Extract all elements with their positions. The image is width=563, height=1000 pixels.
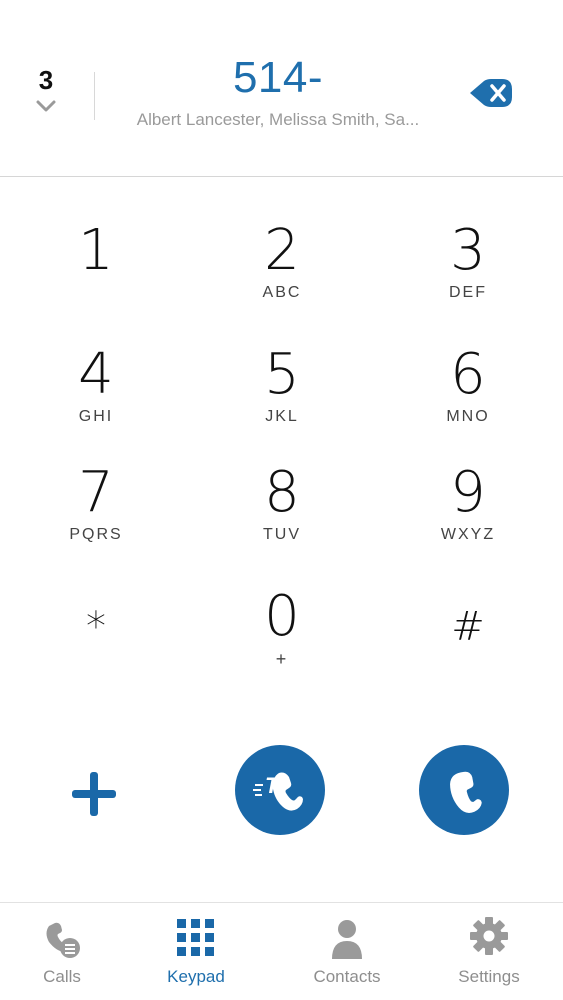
key-digit: 1 [78,218,114,283]
key-letters: ABC [262,284,302,301]
key-letters: + [275,649,289,669]
key-7[interactable]: 7 PQRS [21,462,171,572]
plus-icon[interactable] [66,766,122,822]
call-transfer-icon: T [253,772,303,811]
key-2[interactable]: 2 ABC [207,220,357,330]
key-digit: 0 [264,584,300,649]
gear-icon [470,917,508,955]
tab-label: Calls [43,967,81,986]
match-count-toggle[interactable]: 3 [18,66,74,114]
key-5[interactable]: 5 JKL [207,344,357,454]
key-digit: 2 [264,218,300,283]
dialed-number: 514- [232,53,324,102]
key-digit: 4 [78,342,114,407]
person-icon [332,920,362,959]
key-letters: WXYZ [440,526,496,543]
key-4[interactable]: 4 GHI [21,344,171,454]
call-button[interactable] [419,745,509,835]
tab-keypad[interactable]: Keypad [126,903,266,1000]
key-star[interactable]: * [21,596,171,706]
key-6[interactable]: 6 MNO [393,344,543,454]
key-digit: 8 [264,460,300,525]
header-separator [0,176,563,177]
key-letters: PQRS [69,526,123,543]
key-digit: 5 [264,342,300,407]
number-display: 514- Albert Lancester, Melissa Smith, Sa… [108,52,448,130]
tab-label: Settings [458,967,520,986]
key-letters: DEF [449,284,487,301]
tab-bar: Calls Keypad Contacts Settings [0,902,563,1000]
tab-contacts[interactable]: Contacts [277,903,417,1000]
key-letters: GHI [78,408,114,425]
key-digit: 6 [450,342,486,407]
key-1[interactable]: 1 [21,220,171,330]
transfer-call-button[interactable]: T [235,745,325,835]
key-digit: 7 [78,460,114,525]
dialer-screen: 3 514- Albert Lancester, Melissa Smith, … [0,0,563,1000]
tab-calls[interactable]: Calls [0,903,132,1000]
dial-header: 3 514- Albert Lancester, Melissa Smith, … [0,0,563,176]
key-letters: MNO [446,408,490,425]
key-digit: * [86,604,106,650]
tab-label: Keypad [167,967,225,986]
calls-icon [46,922,80,958]
key-3[interactable]: 3 DEF [393,220,543,330]
match-count: 3 [38,65,54,95]
key-8[interactable]: 8 TUV [207,462,357,572]
contact-suggestions[interactable]: Albert Lancester, Melissa Smith, Sa... [108,110,448,130]
chevron-down-icon [36,100,56,112]
tab-settings[interactable]: Settings [419,903,559,1000]
key-hash[interactable]: # [393,596,543,706]
key-digit: 9 [450,460,486,525]
svg-text:T: T [265,773,280,798]
keypad-grid-icon [177,919,214,956]
key-0[interactable]: 0 + [207,586,357,696]
key-letters: JKL [265,408,299,425]
key-digit: # [451,604,485,650]
header-divider [94,72,95,120]
backspace-icon[interactable] [466,75,516,111]
key-letters: TUV [263,526,301,543]
key-digit: 3 [450,218,486,283]
key-9[interactable]: 9 WXYZ [393,462,543,572]
tab-label: Contacts [313,967,381,986]
phone-icon [450,771,482,813]
